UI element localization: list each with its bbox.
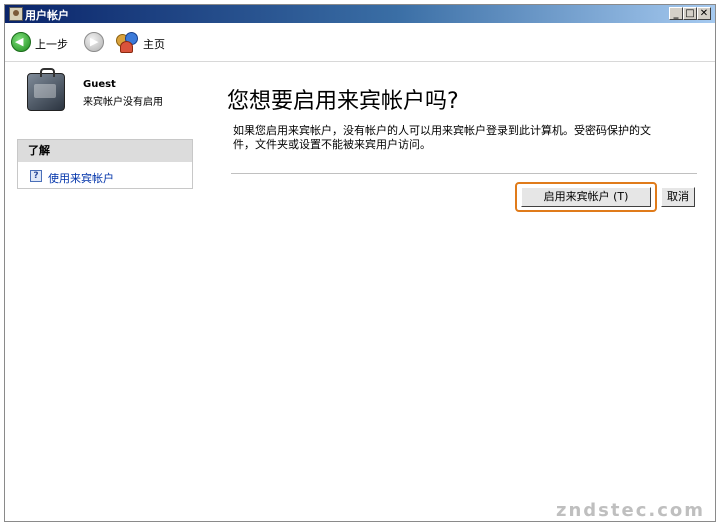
cancel-button[interactable]: 取消 xyxy=(661,187,695,207)
watermark: zndstec.com xyxy=(556,500,706,521)
navigation-toolbar: ◀ 上一步 ▶ 主页 xyxy=(5,23,715,62)
account-name: Guest xyxy=(83,79,116,90)
close-button[interactable]: ✕ xyxy=(697,7,711,20)
minimize-button[interactable]: _ xyxy=(669,7,683,20)
title-bar[interactable]: 用户帐户 _ □ ✕ xyxy=(5,5,715,23)
description-line-2: 件，文件夹或设置不能被来宾用户访问。 xyxy=(233,138,431,151)
description-line-1: 如果您启用来宾帐户，没有帐户的人可以用来宾帐户登录到此计算机。受密码保护的文 xyxy=(233,124,651,137)
back-button-label[interactable]: 上一步 xyxy=(35,36,68,52)
briefcase-user-icon xyxy=(27,68,65,111)
help-icon: ? xyxy=(30,170,42,182)
back-arrow-icon[interactable]: ◀ xyxy=(11,32,31,52)
enable-guest-account-button[interactable]: 启用来宾帐户 (T) xyxy=(521,187,651,207)
window-title: 用户帐户 xyxy=(25,9,69,22)
users-app-icon xyxy=(9,7,23,21)
divider xyxy=(231,173,697,174)
users-home-icon[interactable] xyxy=(116,32,138,53)
learn-heading: 了解 xyxy=(18,140,192,162)
page-title: 您想要启用来宾帐户吗? xyxy=(227,89,459,114)
maximize-button[interactable]: □ xyxy=(683,7,697,20)
home-button-label[interactable]: 主页 xyxy=(143,36,165,52)
user-accounts-window: 用户帐户 _ □ ✕ ◀ 上一步 ▶ 主页 Guest 来宾帐户没有启用 了解 … xyxy=(4,4,716,522)
use-guest-account-link[interactable]: 使用来宾帐户 xyxy=(48,170,114,186)
account-status: 来宾帐户没有启用 xyxy=(83,97,163,108)
description-text: 如果您启用来宾帐户，没有帐户的人可以用来宾帐户登录到此计算机。受密码保护的文 件… xyxy=(233,124,685,152)
learn-about-panel: 了解 ? 使用来宾帐户 xyxy=(17,139,193,189)
forward-arrow-icon[interactable]: ▶ xyxy=(84,32,104,52)
